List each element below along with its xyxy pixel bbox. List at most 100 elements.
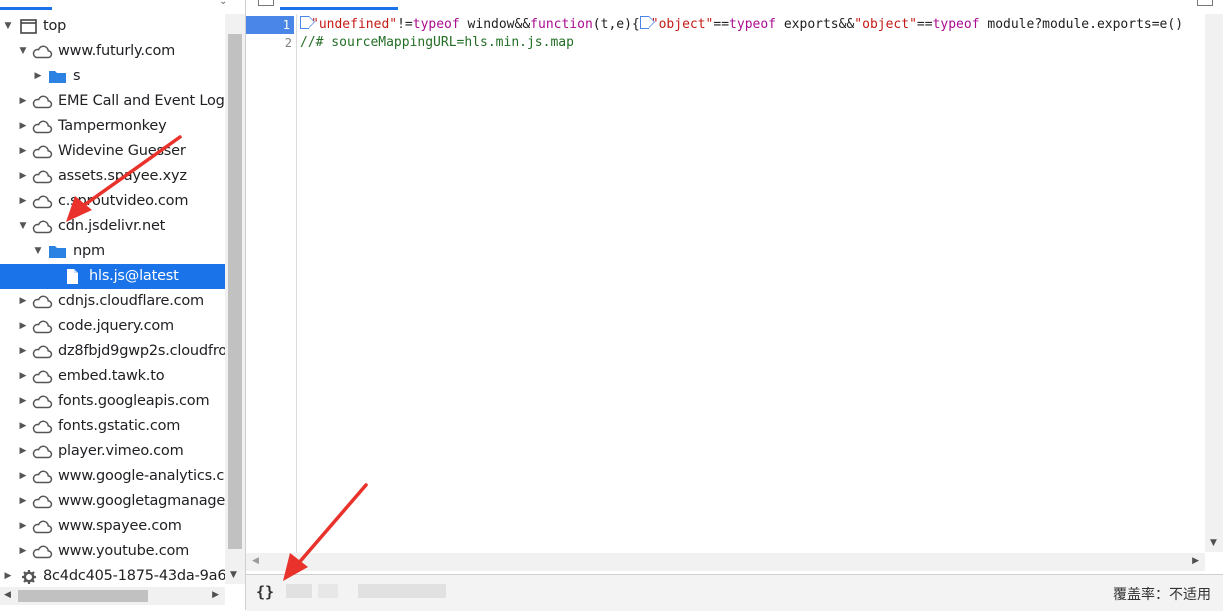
collapsed-triangle-icon[interactable]: ▶ [18, 489, 28, 514]
cloud-icon [31, 468, 53, 485]
tree-item[interactable]: ▶ assets.spayee.xyz [0, 164, 225, 189]
tree-item-label: fonts.googleapis.com [58, 393, 210, 409]
collapsed-triangle-icon[interactable]: ▶ [18, 314, 28, 339]
tree-item-label: assets.spayee.xyz [58, 168, 187, 184]
navigator-vertical-scrollbar[interactable]: ▼ [225, 14, 245, 584]
scrollbar-thumb[interactable] [228, 34, 242, 549]
cloud-icon [31, 343, 53, 360]
tree-item[interactable]: ▶ s [0, 64, 225, 89]
tree-item[interactable]: ▶ www.spayee.com [0, 514, 225, 539]
tree-item[interactable]: ▶ cdnjs.cloudflare.com [0, 289, 225, 314]
tree-item[interactable]: ▼ npm [0, 239, 225, 264]
expanded-triangle-icon[interactable]: ▼ [18, 214, 28, 239]
tree-item-label: top [43, 18, 67, 34]
collapsed-triangle-icon[interactable]: ▶ [18, 164, 28, 189]
code-area[interactable]: "undefined"!=typeof window&&function(t,e… [300, 14, 1200, 554]
toggle-navigator-icon[interactable] [258, 0, 274, 6]
frame-window-icon [19, 18, 41, 35]
collapsed-triangle-icon[interactable]: ▶ [18, 514, 28, 539]
toggle-debugger-icon[interactable] [1197, 0, 1213, 6]
tree-item[interactable]: ▶ www.google-analytics.com [0, 464, 225, 489]
navigator-horizontal-scrollbar[interactable]: ◀ ▶ [0, 587, 225, 605]
tree-item[interactable]: ▶ code.jquery.com [0, 314, 225, 339]
file-icon [62, 268, 84, 285]
collapsed-triangle-icon[interactable]: ▶ [18, 139, 28, 164]
editor-status-bar: {} 覆盖率：不适用 [246, 574, 1223, 611]
scroll-down-arrow-icon[interactable]: ▼ [1210, 538, 1217, 548]
cloud-icon [31, 43, 53, 60]
line-number-gutter[interactable]: 1 2 [246, 14, 297, 554]
collapsed-triangle-icon[interactable]: ▶ [18, 464, 28, 489]
tree-item[interactable]: ▼ cdn.jsdelivr.net [0, 214, 225, 239]
collapsed-triangle-icon[interactable]: ▶ [18, 389, 28, 414]
tree-item-label: www.futurly.com [58, 43, 176, 59]
tree-item[interactable]: ▶ Widevine Guesser [0, 139, 225, 164]
scroll-left-arrow-icon[interactable]: ◀ [4, 590, 11, 600]
tree-item[interactable]: ▶ embed.tawk.to [0, 364, 225, 389]
collapsed-triangle-icon[interactable]: ▶ [18, 439, 28, 464]
inline-breakpoint-marker-icon[interactable] [300, 16, 315, 29]
scroll-right-arrow-icon[interactable]: ▶ [1192, 556, 1199, 566]
tree-item[interactable]: ▶ player.vimeo.com [0, 439, 225, 464]
tree-item[interactable]: ▶ EME Call and Event Logger [0, 89, 225, 114]
cloud-icon [31, 443, 53, 460]
tree-item-label: cdn.jsdelivr.net [58, 218, 166, 234]
code-token: != [397, 17, 413, 32]
collapsed-triangle-icon[interactable]: ▶ [3, 564, 13, 589]
collapsed-triangle-icon[interactable]: ▶ [18, 89, 28, 114]
collapsed-triangle-icon[interactable]: ▶ [18, 414, 28, 439]
tree-item[interactable]: ▶ c.sproutvideo.com [0, 189, 225, 214]
tree-item[interactable]: ▶ Tampermonkey [0, 114, 225, 139]
tree-item[interactable]: ▶ dz8fbjd9gwp2s.cloudfront.net [0, 339, 225, 364]
collapsed-triangle-icon[interactable]: ▶ [33, 64, 43, 89]
cloud-icon [31, 543, 53, 560]
tree-item[interactable]: hls.js@latest [0, 264, 225, 289]
tree-item[interactable]: ▶ fonts.gstatic.com [0, 414, 225, 439]
collapsed-triangle-icon[interactable]: ▶ [18, 339, 28, 364]
active-tab-indicator [0, 7, 52, 10]
cloud-icon [31, 168, 53, 185]
tree-item-label: hls.js@latest [89, 268, 179, 284]
source-editor[interactable]: 1 2 "undefined"!=typeof window&&function… [246, 0, 1223, 573]
tree-item-label: www.google-analytics.com [58, 468, 225, 484]
collapsed-triangle-icon[interactable]: ▶ [18, 364, 28, 389]
tree-item[interactable]: ▶ www.youtube.com [0, 539, 225, 564]
file-navigator-panel: ⌄ ▼ top ▼ www.futurly.com ▶ s ▶ EME Call and Ev… [0, 0, 246, 610]
collapsed-triangle-icon[interactable]: ▶ [18, 289, 28, 314]
tree-item-label: Tampermonkey [58, 118, 167, 134]
code-token: exports&& [776, 17, 855, 32]
active-editor-tab-indicator [280, 7, 398, 10]
code-token: window&& [459, 17, 531, 32]
expanded-triangle-icon[interactable]: ▼ [18, 39, 28, 64]
cloud-icon [31, 368, 53, 385]
collapsed-triangle-icon[interactable]: ▶ [18, 189, 28, 214]
collapsed-triangle-icon[interactable]: ▶ [18, 539, 28, 564]
tree-item[interactable]: ▶ 8c4dc405-1875-43da-9a60- [0, 564, 225, 589]
inline-breakpoint-marker-icon[interactable] [639, 16, 655, 29]
code-line-2[interactable]: //# sourceMappingURL=hls.min.js.map [300, 34, 574, 52]
more-tabs-chevron-icon[interactable]: ⌄ [219, 0, 227, 7]
expanded-triangle-icon[interactable]: ▼ [3, 14, 13, 39]
tree-item[interactable]: ▶ www.googletagmanager.com [0, 489, 225, 514]
line-number[interactable]: 2 [246, 34, 296, 52]
collapsed-triangle-icon[interactable]: ▶ [18, 114, 28, 139]
code-line-1[interactable]: "undefined"!=typeof window&&function(t,e… [300, 16, 1183, 34]
pretty-print-button[interactable]: {} [256, 583, 274, 601]
cloud-icon [31, 193, 53, 210]
scroll-left-arrow-icon[interactable]: ◀ [252, 556, 259, 566]
tree-item[interactable]: ▶ fonts.googleapis.com [0, 389, 225, 414]
tree-item[interactable]: ▼ top [0, 14, 225, 39]
scrollbar-thumb[interactable] [18, 590, 148, 602]
scroll-down-arrow-icon[interactable]: ▼ [230, 570, 237, 580]
cloud-icon [31, 218, 53, 235]
tree-item-label: fonts.gstatic.com [58, 418, 181, 434]
expanded-triangle-icon[interactable]: ▼ [33, 239, 43, 264]
line-number-active[interactable]: 1 [246, 16, 294, 34]
tree-item-label: EME Call and Event Logger [58, 93, 225, 109]
cloud-icon [31, 318, 53, 335]
editor-vertical-scrollbar[interactable]: ▼ [1205, 14, 1223, 552]
editor-horizontal-scrollbar[interactable]: ◀ ▶ [246, 553, 1205, 571]
folder-icon [47, 68, 69, 85]
tree-item[interactable]: ▼ www.futurly.com [0, 39, 225, 64]
scroll-right-arrow-icon[interactable]: ▶ [212, 590, 219, 600]
